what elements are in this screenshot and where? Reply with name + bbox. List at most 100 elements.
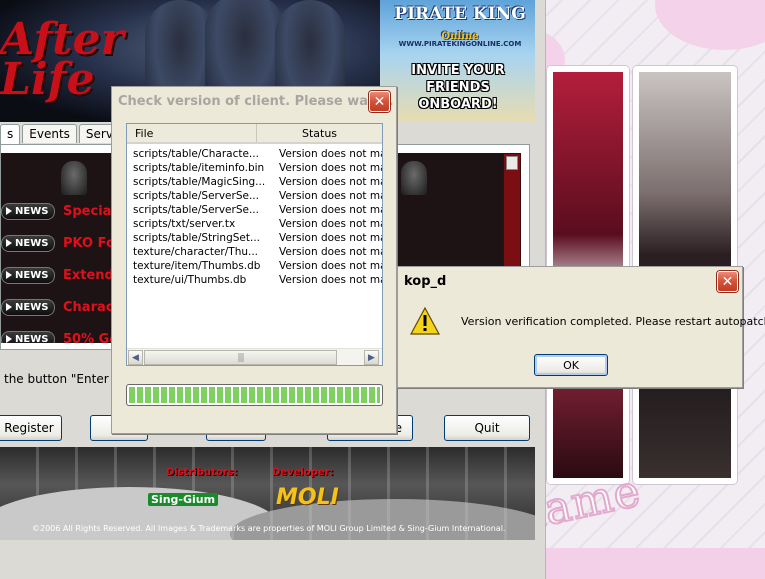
grip-icon: ||| — [237, 352, 244, 363]
list-row[interactable]: scripts/txt/server.tx Version does not ma… — [127, 217, 382, 231]
list-row[interactable]: scripts/table/MagicSing... Version does n… — [127, 175, 382, 189]
wallpaper-blob — [655, 0, 765, 50]
dialog-titlebar[interactable]: Check version of client. Please wait... … — [112, 87, 396, 115]
close-icon: ✕ — [721, 273, 734, 290]
list-header: File Status — [127, 124, 382, 144]
developer-label: Developer: — [272, 467, 334, 478]
banner-ad[interactable]: PIRATE KING Online WWW.PIRATEKINGONLINE.… — [380, 0, 535, 122]
status-cell: Version does not mat — [279, 260, 382, 272]
status-cell: Version does not mat — [279, 218, 382, 230]
close-button[interactable]: ✕ — [369, 91, 390, 112]
ok-button[interactable]: OK — [534, 354, 608, 376]
file-cell: texture/ui/Thumbs.db — [133, 274, 247, 286]
status-cell: Version does not mat — [279, 190, 382, 202]
file-cell: scripts/table/MagicSing... — [133, 176, 266, 188]
distributor-logo: Sing-Gium — [148, 493, 219, 506]
file-cell: scripts/table/ServerSe... — [133, 190, 259, 202]
developer-logo: MOLI — [276, 485, 339, 510]
status-cell: Version does not mat — [279, 148, 382, 160]
column-header-file[interactable]: File — [127, 124, 257, 142]
news-badge: NEWS — [1, 330, 55, 343]
distributors-label: Distributors: — [166, 467, 238, 478]
progress-bar — [126, 384, 383, 406]
status-cell: Version does not mat — [279, 274, 382, 286]
list-row[interactable]: texture/character/Thu... Version does not… — [127, 245, 382, 259]
news-item[interactable]: NEWS Extende — [1, 265, 123, 285]
register-button[interactable]: Register — [0, 415, 62, 441]
news-item[interactable]: NEWS 50% Ge — [1, 329, 118, 343]
dialog-title: Check version of client. Please wait... — [118, 93, 394, 109]
news-avatar — [61, 161, 87, 195]
column-header-status[interactable]: Status — [257, 124, 382, 142]
news-title: 50% Ge — [63, 331, 119, 344]
news-badge: NEWS — [1, 202, 55, 220]
file-cell: scripts/table/ServerSe... — [133, 204, 259, 216]
message-box: kop_d ✕ Version verification completed. … — [397, 266, 765, 388]
file-cell: scripts/table/StringSet... — [133, 232, 260, 244]
list-row[interactable]: scripts/table/StringSet... Version does n… — [127, 231, 382, 245]
list-row[interactable]: scripts/table/Characte... Version does no… — [127, 147, 382, 161]
list-row[interactable]: texture/item/Thumbs.db Version does not m… — [127, 259, 382, 273]
arrow-icon — [6, 239, 12, 247]
news-badge-label: NEWS — [15, 269, 49, 281]
file-cell: scripts/txt/server.tx — [133, 218, 236, 230]
file-cell: scripts/table/Characte... — [133, 148, 259, 160]
news-badge-label: NEWS — [15, 301, 49, 313]
tab-events[interactable]: Events — [22, 124, 77, 143]
list-row[interactable]: scripts/table/iteminfo.bin Version does n… — [127, 161, 382, 175]
file-cell: texture/item/Thumbs.db — [133, 260, 261, 272]
arrow-icon — [6, 207, 12, 215]
chevron-left-icon: ◀ — [132, 352, 139, 363]
file-list[interactable]: File Status scripts/table/Characte... Ver… — [126, 123, 383, 366]
close-button[interactable]: ✕ — [717, 271, 738, 292]
message-titlebar[interactable]: kop_d ✕ — [398, 267, 742, 295]
ad-logo: PIRATE KING Online — [390, 4, 530, 44]
quit-button[interactable]: Quit — [444, 415, 530, 441]
news-badge: NEWS — [1, 266, 55, 284]
file-cell: texture/character/Thu... — [133, 246, 259, 258]
game-logo: After Life — [0, 14, 124, 105]
list-row[interactable]: scripts/table/ServerSe... Version does no… — [127, 203, 382, 217]
arrow-icon — [6, 271, 12, 279]
scroll-thumb[interactable]: ||| — [144, 350, 337, 365]
ad-slogan: INVITE YOUR FRIENDS ONBOARD! — [411, 63, 505, 112]
copyright-text: ©2006 All Rights Reserved. All Images & … — [32, 524, 506, 533]
close-icon: ✕ — [373, 93, 386, 110]
message-text: Version verification completed. Please r… — [461, 315, 765, 328]
scroll-right-arrow[interactable]: ▶ — [364, 350, 379, 365]
news-item[interactable]: NEWS Charact — [1, 297, 120, 317]
file-cell: scripts/table/iteminfo.bin — [133, 162, 265, 174]
arrow-icon — [6, 303, 12, 311]
launcher-footer: Distributors: Developer: Sing-Gium MOLI … — [0, 447, 535, 540]
news-title: PKO Fo — [63, 235, 115, 251]
message-title: kop_d — [404, 273, 447, 289]
arrow-icon — [6, 335, 12, 343]
status-cell: Version does not mat — [279, 232, 382, 244]
list-row[interactable]: texture/ui/Thumbs.db Version does not mat — [127, 273, 382, 287]
status-cell: Version does not mat — [279, 162, 382, 174]
news-badge: NEWS — [1, 234, 55, 252]
warning-icon — [410, 307, 440, 335]
news-item[interactable]: NEWS PKO Fo — [1, 233, 115, 253]
wallpaper-bottom-band — [535, 548, 765, 579]
news-badge-label: NEWS — [15, 205, 49, 217]
instruction-text: the button "Enter G — [4, 372, 122, 386]
news-badge-label: NEWS — [15, 237, 49, 249]
status-cell: Version does not mat — [279, 204, 382, 216]
tab-news[interactable]: s — [0, 124, 21, 144]
news-title: Special — [63, 203, 116, 219]
horizontal-scrollbar[interactable]: ◀ ||| ▶ — [127, 348, 382, 365]
scroll-up-arrow[interactable] — [506, 156, 518, 170]
news-badge: NEWS — [1, 298, 55, 316]
news-avatar — [401, 161, 427, 195]
status-cell: Version does not mat — [279, 246, 382, 258]
progress-fill — [129, 387, 380, 403]
check-version-dialog: Check version of client. Please wait... … — [111, 86, 397, 434]
ad-logo-text: PIRATE KING — [394, 4, 526, 24]
chevron-right-icon: ▶ — [368, 352, 375, 363]
ad-url: WWW.PIRATEKINGONLINE.COM — [398, 40, 522, 48]
news-item[interactable]: NEWS Special — [1, 201, 116, 221]
scroll-left-arrow[interactable]: ◀ — [128, 350, 143, 365]
list-row[interactable]: scripts/table/ServerSe... Version does no… — [127, 189, 382, 203]
status-cell: Version does not mat — [279, 176, 382, 188]
